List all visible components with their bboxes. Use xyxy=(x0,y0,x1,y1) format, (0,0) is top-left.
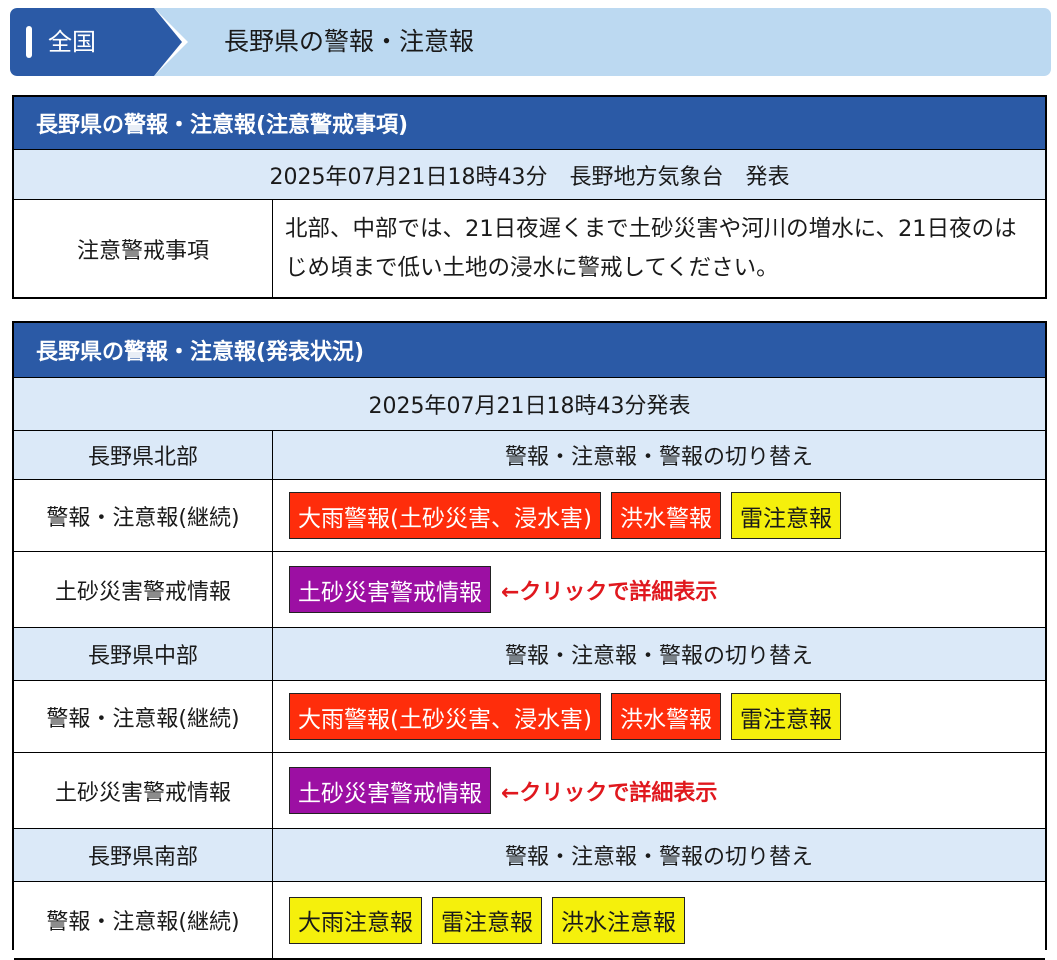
notice-row-text: 北部、中部では、21日夜遅くまで土砂災害や河川の増水に、21日夜のはじめ頃まで低… xyxy=(285,216,1017,281)
area-row-south: 長野県南部 警報・注意報・警報の切り替え xyxy=(14,829,1045,882)
area-row-north: 長野県北部 警報・注意報・警報の切り替え xyxy=(14,431,1045,480)
warning-row-label: 警報・注意報(継続) xyxy=(14,480,273,551)
notice-table: 長野県の警報・注意報(注意警戒事項) 2025年07月21日18時43分 長野地… xyxy=(12,95,1047,299)
warning-row-central: 警報・注意報(継続) 大雨警報(土砂災害、浸水害) 洪水警報 雷注意報 xyxy=(14,681,1045,753)
flood-advisory-badge[interactable]: 洪水注意報 xyxy=(552,896,685,944)
notice-table-title: 長野県の警報・注意報(注意警戒事項) xyxy=(14,97,1045,150)
sediment-row-north: 土砂災害警戒情報 土砂災害警戒情報 ←クリックで詳細表示 xyxy=(14,552,1045,628)
warning-row-label: 警報・注意報(継続) xyxy=(14,681,273,752)
area-row-central: 長野県中部 警報・注意報・警報の切り替え xyxy=(14,628,1045,681)
notice-row: 注意警戒事項 北部、中部では、21日夜遅くまで土砂災害や河川の増水に、21日夜の… xyxy=(14,200,1045,298)
click-hint: ←クリックで詳細表示 xyxy=(501,780,718,806)
heavy-rain-warning-badge[interactable]: 大雨警報(土砂災害、浸水害) xyxy=(289,693,601,740)
heavy-rain-warning-badge[interactable]: 大雨警報(土砂災害、浸水害) xyxy=(289,492,601,539)
area-name: 長野県中部 xyxy=(14,628,273,680)
breadcrumb-home-label: 全国 xyxy=(48,28,96,56)
sediment-row-label: 土砂災害警戒情報 xyxy=(14,753,273,828)
area-name: 長野県南部 xyxy=(14,829,273,881)
breadcrumb-current: 長野県の警報・注意報 xyxy=(224,27,475,56)
heavy-rain-advisory-badge[interactable]: 大雨注意報 xyxy=(289,896,422,944)
flood-warning-badge[interactable]: 洪水警報 xyxy=(610,492,721,539)
notice-row-label: 注意警戒事項 xyxy=(14,200,273,298)
breadcrumb-separator-fill xyxy=(154,8,182,76)
click-hint: ←クリックで詳細表示 xyxy=(501,579,718,605)
thunder-advisory-badge[interactable]: 雷注意報 xyxy=(730,693,841,740)
flood-warning-badge[interactable]: 洪水警報 xyxy=(610,693,721,740)
thunder-advisory-badge[interactable]: 雷注意報 xyxy=(432,896,542,944)
breadcrumb: 全国 長野県の警報・注意報 xyxy=(10,8,1051,76)
toggle-link[interactable]: 警報・注意報・警報の切り替え xyxy=(273,628,1045,680)
toggle-link[interactable]: 警報・注意報・警報の切り替え xyxy=(273,431,1045,479)
status-table: 長野県の警報・注意報(発表状況) 2025年07月21日18時43分発表 長野県… xyxy=(12,321,1047,960)
notice-issued-time: 2025年07月21日18時43分 長野地方気象台 発表 xyxy=(14,150,1045,200)
status-table-title: 長野県の警報・注意報(発表状況) xyxy=(14,323,1045,378)
sediment-row-label: 土砂災害警戒情報 xyxy=(14,552,273,627)
warning-row-label: 警報・注意報(継続) xyxy=(14,882,273,958)
breadcrumb-home-link[interactable]: 全国 xyxy=(10,8,154,76)
sediment-alert-badge[interactable]: 土砂災害警戒情報 xyxy=(289,767,491,814)
area-name: 長野県北部 xyxy=(14,431,273,479)
status-issued-time: 2025年07月21日18時43分発表 xyxy=(14,378,1045,431)
breadcrumb-bar-icon xyxy=(26,26,32,58)
sediment-row-central: 土砂災害警戒情報 土砂災害警戒情報 ←クリックで詳細表示 xyxy=(14,753,1045,829)
warning-row-south: 警報・注意報(継続) 大雨注意報 雷注意報 洪水注意報 xyxy=(14,882,1045,960)
toggle-link[interactable]: 警報・注意報・警報の切り替え xyxy=(273,829,1045,881)
sediment-alert-badge[interactable]: 土砂災害警戒情報 xyxy=(289,566,491,613)
warning-row-north: 警報・注意報(継続) 大雨警報(土砂災害、浸水害) 洪水警報 雷注意報 xyxy=(14,480,1045,552)
thunder-advisory-badge[interactable]: 雷注意報 xyxy=(730,492,841,539)
